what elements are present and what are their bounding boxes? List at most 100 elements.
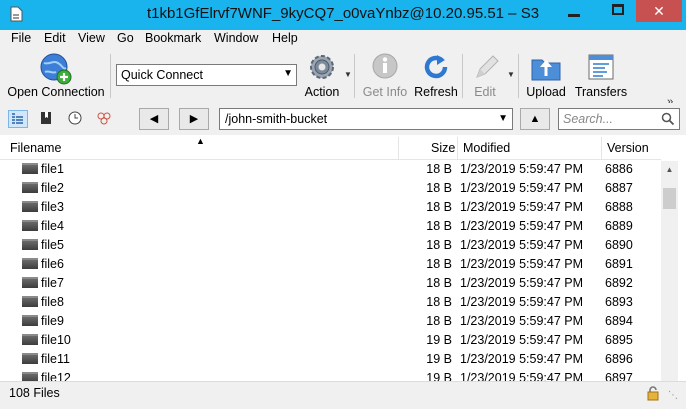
- table-row[interactable]: file9 18 B 1/23/2019 5:59:47 PM 6894: [0, 312, 661, 331]
- file-size: 18 B: [426, 162, 452, 176]
- table-row[interactable]: file2 18 B 1/23/2019 5:59:47 PM 6887: [0, 179, 661, 198]
- status-bar: 108 Files ⋱: [0, 381, 686, 409]
- file-name: file12: [41, 371, 71, 381]
- edit-button[interactable]: Edit: [466, 50, 504, 102]
- action-dropdown-icon: ▼: [344, 70, 352, 79]
- toolbar: Open Connection Quick Connect ▼ Action ▼…: [0, 48, 686, 108]
- history-icon[interactable]: [66, 110, 86, 128]
- back-button[interactable]: ◀: [139, 108, 169, 130]
- maximize-icon: [612, 4, 624, 15]
- transfers-button[interactable]: Transfers: [574, 50, 628, 102]
- file-icon: [22, 220, 38, 231]
- scrollbar-thumb[interactable]: [663, 188, 676, 209]
- upload-label: Upload: [526, 85, 566, 99]
- bonjour-icon[interactable]: [95, 110, 115, 128]
- open-connection-label: Open Connection: [7, 85, 105, 99]
- maximize-button[interactable]: [604, 0, 632, 22]
- size-column-header[interactable]: Size: [427, 137, 457, 160]
- version-column-header[interactable]: Version: [603, 137, 658, 160]
- edit-dropdown-icon: ▼: [507, 70, 515, 79]
- file-modified: 1/23/2019 5:59:47 PM: [460, 371, 584, 381]
- file-version: 6893: [605, 295, 633, 309]
- table-row[interactable]: file6 18 B 1/23/2019 5:59:47 PM 6891: [0, 255, 661, 274]
- minimize-button[interactable]: [560, 0, 588, 22]
- arrow-left-icon: ◀: [149, 113, 159, 125]
- file-name: file8: [41, 295, 64, 309]
- title-bar: t1kb1GfElrvf7WNF_9kyCQ7_o0vaYnbz@10.20.9…: [0, 0, 686, 30]
- bookmarks-icon[interactable]: [37, 110, 57, 128]
- file-size: 18 B: [426, 219, 452, 233]
- action-button[interactable]: Action: [300, 50, 344, 102]
- file-modified: 1/23/2019 5:59:47 PM: [460, 314, 584, 328]
- menu-edit[interactable]: Edit: [44, 31, 66, 45]
- forward-button[interactable]: ▶: [179, 108, 209, 130]
- menu-window[interactable]: Window: [214, 31, 258, 45]
- file-modified: 1/23/2019 5:59:47 PM: [460, 257, 584, 271]
- file-size: 18 B: [426, 276, 452, 290]
- file-modified: 1/23/2019 5:59:47 PM: [460, 276, 584, 290]
- file-count: 108 Files: [9, 386, 60, 400]
- menu-go[interactable]: Go: [117, 31, 134, 45]
- table-row[interactable]: file7 18 B 1/23/2019 5:59:47 PM 6892: [0, 274, 661, 293]
- navigation-bar: ◀ ▶ /john-smith-bucket ▼ ▲ Search...: [0, 103, 686, 135]
- file-name: file5: [41, 238, 64, 252]
- menu-help[interactable]: Help: [272, 31, 298, 45]
- menu-bookmark[interactable]: Bookmark: [145, 31, 201, 45]
- file-size: 18 B: [426, 314, 452, 328]
- gear-icon: [310, 55, 334, 79]
- table-row[interactable]: file12 19 B 1/23/2019 5:59:47 PM 6897: [0, 369, 661, 381]
- arrow-right-icon: ▶: [189, 113, 199, 125]
- refresh-icon: [424, 55, 448, 79]
- table-row[interactable]: file1 18 B 1/23/2019 5:59:47 PM 6886: [0, 160, 661, 179]
- table-row[interactable]: file3 18 B 1/23/2019 5:59:47 PM 6888: [0, 198, 661, 217]
- menu-view[interactable]: View: [78, 31, 105, 45]
- file-modified: 1/23/2019 5:59:47 PM: [460, 295, 584, 309]
- file-size: 19 B: [426, 352, 452, 366]
- search-icon: [661, 112, 675, 126]
- file-size: 19 B: [426, 371, 452, 381]
- quick-connect-select[interactable]: Quick Connect ▼: [116, 64, 297, 86]
- table-row[interactable]: file11 19 B 1/23/2019 5:59:47 PM 6896: [0, 350, 661, 369]
- info-icon: [372, 53, 398, 79]
- transfers-label: Transfers: [574, 85, 628, 99]
- search-input[interactable]: Search...: [558, 108, 680, 130]
- table-row[interactable]: file4 18 B 1/23/2019 5:59:47 PM 6889: [0, 217, 661, 236]
- file-icon: [22, 353, 38, 364]
- resize-grip-icon[interactable]: ⋱: [668, 390, 678, 401]
- browser-view-icon[interactable]: [8, 110, 28, 128]
- file-icon: [22, 296, 38, 307]
- file-size: 19 B: [426, 333, 452, 347]
- search-placeholder: Search...: [563, 112, 614, 126]
- refresh-label: Refresh: [414, 85, 458, 99]
- path-select[interactable]: /john-smith-bucket ▼: [219, 108, 513, 130]
- transfers-icon: [588, 54, 614, 80]
- file-size: 18 B: [426, 257, 452, 271]
- file-icon: [22, 182, 38, 193]
- column-header: Filename Size Modified Version: [0, 137, 661, 160]
- vertical-scrollbar[interactable]: ▲: [661, 161, 678, 381]
- file-icon: [22, 277, 38, 288]
- pencil-icon: [476, 55, 499, 78]
- upload-button[interactable]: Upload: [523, 50, 569, 102]
- action-label: Action: [304, 85, 340, 99]
- file-icon: [22, 201, 38, 212]
- quick-connect-value: Quick Connect: [121, 68, 203, 82]
- file-name: file2: [41, 181, 64, 195]
- edit-label: Edit: [474, 85, 496, 99]
- table-row[interactable]: file5 18 B 1/23/2019 5:59:47 PM 6890: [0, 236, 661, 255]
- table-row[interactable]: file8 18 B 1/23/2019 5:59:47 PM 6893: [0, 293, 661, 312]
- menu-file[interactable]: File: [11, 31, 31, 45]
- file-icon: [22, 334, 38, 345]
- parent-directory-button[interactable]: ▲: [520, 108, 550, 130]
- table-row[interactable]: file10 19 B 1/23/2019 5:59:47 PM 6895: [0, 331, 661, 350]
- refresh-button[interactable]: Refresh: [413, 50, 459, 102]
- modified-column-header[interactable]: Modified: [459, 137, 599, 160]
- filename-column-header[interactable]: Filename: [6, 137, 396, 160]
- scroll-up-icon[interactable]: ▲: [661, 161, 678, 178]
- close-button[interactable]: ✕: [636, 0, 682, 22]
- file-modified: 1/23/2019 5:59:47 PM: [460, 162, 584, 176]
- open-connection-button[interactable]: Open Connection: [6, 50, 106, 102]
- file-version: 6895: [605, 333, 633, 347]
- get-info-button[interactable]: Get Info: [360, 50, 410, 102]
- file-icon: [22, 315, 38, 326]
